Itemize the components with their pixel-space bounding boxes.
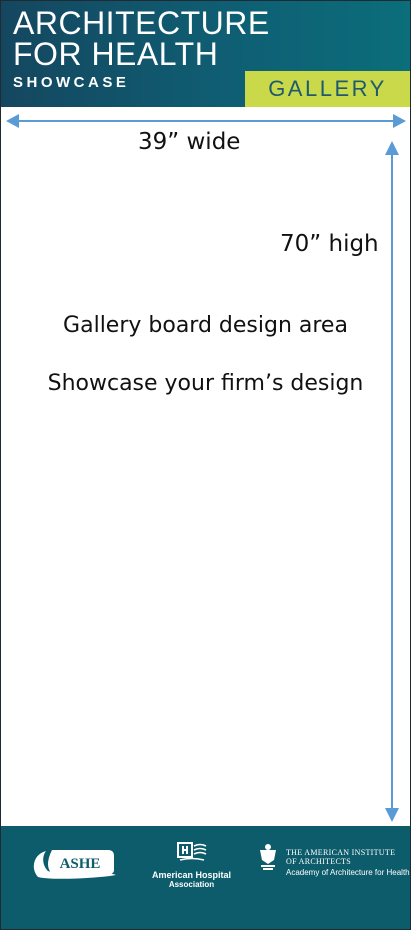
showcase-subtitle: SHOWCASE [13, 74, 130, 91]
header-banner: ARCHITECTURE FOR HEALTH SHOWCASE GALLERY [1, 1, 410, 107]
ashe-logo-text: ASHE [60, 856, 101, 872]
gallery-board: ARCHITECTURE FOR HEALTH SHOWCASE GALLERY… [0, 0, 411, 930]
ashe-logo-mark: ASHE [33, 850, 116, 879]
aha-name-line1: American Hospital [151, 870, 232, 880]
ashe-logo: ASHE [30, 846, 122, 884]
title-line-2: FOR HEALTH [13, 36, 219, 72]
showcase-label: Showcase your firm’s design [47, 371, 364, 396]
aha-logo: American Hospital Association [149, 841, 234, 891]
aia-academy-label: Academy of Architecture for Health [286, 868, 410, 877]
aia-eagle-icon [260, 844, 276, 870]
aha-h-icon [176, 842, 206, 861]
width-arrow [6, 114, 406, 128]
design-area-label: Gallery board design area [63, 313, 348, 338]
aia-logo: THE AMERICAN INSTITUTE OF ARCHITECTS Aca… [258, 842, 410, 890]
footer-logos: ASHE American Hospital Association THE A… [1, 826, 410, 929]
gallery-tag: GALLERY [245, 71, 410, 107]
height-arrow [385, 141, 399, 822]
title-line-1: ARCHITECTURE [13, 5, 270, 41]
height-label: 70” high [280, 231, 379, 257]
aia-name-line1: THE AMERICAN INSTITUTE [286, 848, 396, 857]
aha-name-line2: Association [168, 880, 215, 889]
aia-name-line2: OF ARCHITECTS [286, 857, 352, 866]
width-label: 39” wide [138, 129, 241, 155]
